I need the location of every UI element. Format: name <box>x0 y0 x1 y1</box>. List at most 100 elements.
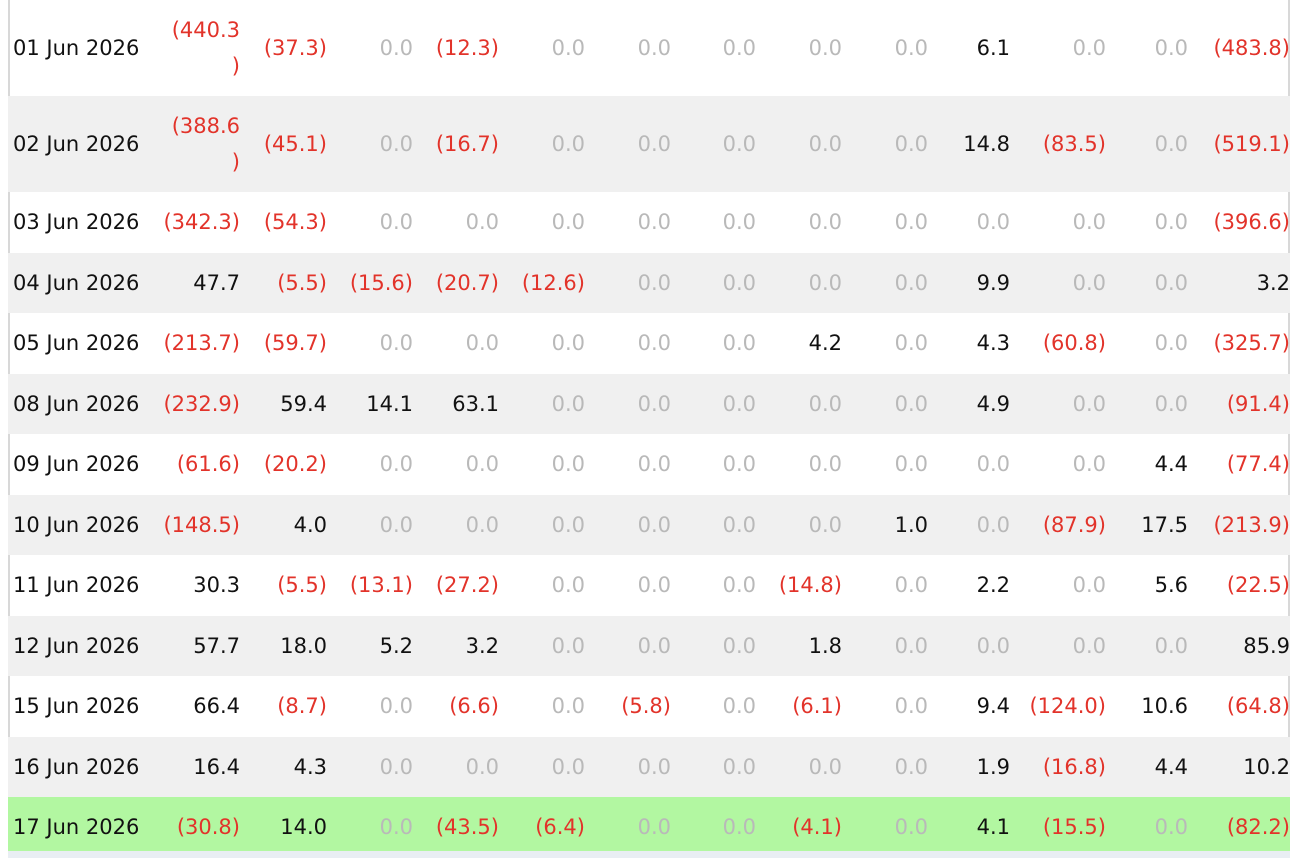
value-cell: 0.0 <box>585 797 671 858</box>
value-cell: 5.6 <box>1106 555 1188 616</box>
value-text: 4.0 <box>293 512 327 537</box>
value-text: 0.0 <box>551 633 585 658</box>
value-cell: (483.8) <box>1188 0 1290 96</box>
value-text: 0.0 <box>637 512 671 537</box>
value-text: 30.3 <box>193 573 240 598</box>
table-row[interactable]: 17 Jun 2026 (30.8) 14.0 0.0 (43.5) (6.4) 0.0 0.… <box>8 797 1290 858</box>
value-cell: 0.0 <box>327 96 413 192</box>
value-text: 2.2 <box>976 573 1010 598</box>
value-cell: 57.7 <box>158 615 242 676</box>
value-text: 4.3 <box>976 331 1010 356</box>
value-cell: 0.0 <box>585 615 671 676</box>
value-cell: (8.7) <box>242 676 327 737</box>
date-cell: 08 Jun 2026 <box>8 373 158 434</box>
table-row[interactable]: 15 Jun 2026 66.4 (8.7) 0.0 (6.6) 0.0 (5.8) 0.0 (… <box>8 676 1290 737</box>
value-text: 0.0 <box>976 452 1010 477</box>
value-cell: 0.0 <box>671 373 756 434</box>
value-cell: (12.6) <box>499 252 585 313</box>
value-text: 4.1 <box>976 815 1010 840</box>
value-text: (16.7) <box>435 132 499 156</box>
value-cell: 0.0 <box>671 96 756 192</box>
value-cell: (16.8) <box>1010 736 1106 797</box>
value-text: 0.0 <box>1154 331 1188 356</box>
table-row[interactable]: 11 Jun 2026 30.3 (5.5) (13.1) (27.2) 0.0 0.0 0.… <box>8 555 1290 616</box>
value-text: (64.8) <box>1226 694 1290 719</box>
value-cell: (6.1) <box>756 676 842 737</box>
table-row[interactable]: 16 Jun 2026 16.4 4.3 0.0 0.0 0.0 0.0 0.0 0.0 0.0 1… <box>8 736 1290 797</box>
value-cell: 0.0 <box>1010 192 1106 253</box>
value-text: (213.7) <box>163 331 240 356</box>
value-cell: (77.4) <box>1188 434 1290 495</box>
value-text: (59.7) <box>263 331 327 356</box>
value-text: (5.5) <box>277 270 327 295</box>
table-row[interactable]: 03 Jun 2026 (342.3) (54.3) 0.0 0.0 0.0 0.0 0.0 0… <box>8 192 1290 253</box>
value-text: 0.0 <box>551 210 585 235</box>
value-text: 0.0 <box>894 754 928 779</box>
value-cell: (6.4) <box>499 797 585 858</box>
table-row[interactable]: 04 Jun 2026 47.7 (5.5) (15.6) (20.7) (12.6) 0.… <box>8 252 1290 313</box>
value-cell: 6.1 <box>928 0 1010 96</box>
flow-table: 01 Jun 2026 (440.3) (37.3) 0.0 (12.3) 0.0 0.0 0… <box>8 0 1290 858</box>
value-text: 14.8 <box>963 132 1010 156</box>
value-cell: 0.0 <box>499 615 585 676</box>
table-row[interactable]: 05 Jun 2026 (213.7) (59.7) 0.0 0.0 0.0 0.0 0.0 4… <box>8 313 1290 374</box>
value-text: (13.1) <box>349 573 413 598</box>
value-cell: (45.1) <box>242 96 327 192</box>
table-body: 01 Jun 2026 (440.3) (37.3) 0.0 (12.3) 0.0 0.0 0… <box>8 0 1290 858</box>
value-cell: (64.8) <box>1188 676 1290 737</box>
table-row[interactable]: 12 Jun 2026 57.7 18.0 5.2 3.2 0.0 0.0 0.0 1.8 0.0… <box>8 615 1290 676</box>
table-row[interactable]: 08 Jun 2026 (232.9) 59.4 14.1 63.1 0.0 0.0 0.0 0… <box>8 373 1290 434</box>
value-cell: 0.0 <box>671 0 756 96</box>
value-text: 0.0 <box>808 754 842 779</box>
table-row[interactable]: 02 Jun 2026 (388.6) (45.1) 0.0 (16.7) 0.0 0.0 0… <box>8 96 1290 192</box>
value-text: 0.0 <box>379 210 413 235</box>
table-row[interactable]: 01 Jun 2026 (440.3) (37.3) 0.0 (12.3) 0.0 0.0 0… <box>8 0 1290 96</box>
value-text: (388.6) <box>171 114 240 174</box>
value-cell: (6.6) <box>413 676 499 737</box>
value-text: 0.0 <box>379 36 413 60</box>
value-cell: 0.0 <box>842 373 928 434</box>
table-row[interactable]: 10 Jun 2026 (148.5) 4.0 0.0 0.0 0.0 0.0 0.0 0.0 1… <box>8 494 1290 555</box>
value-cell: 3.2 <box>1188 252 1290 313</box>
value-text: 10.6 <box>1141 694 1188 719</box>
value-cell: (5.8) <box>585 676 671 737</box>
value-cell: 0.0 <box>1010 252 1106 313</box>
value-cell: 0.0 <box>671 192 756 253</box>
value-cell: (14.8) <box>756 555 842 616</box>
value-text: 0.0 <box>722 331 756 356</box>
date-cell: 04 Jun 2026 <box>8 252 158 313</box>
value-text: (30.8) <box>176 815 240 840</box>
value-text: (440.3) <box>171 18 240 78</box>
value-cell: 0.0 <box>327 434 413 495</box>
date-cell: 01 Jun 2026 <box>13 36 140 60</box>
value-cell: (22.5) <box>1188 555 1290 616</box>
value-cell: (388.6) <box>158 96 242 192</box>
value-cell: 4.4 <box>1106 736 1188 797</box>
value-cell: 66.4 <box>158 676 242 737</box>
value-cell: 1.9 <box>928 736 1010 797</box>
value-text: 9.4 <box>976 694 1010 719</box>
value-cell: (213.7) <box>158 313 242 374</box>
value-text: 0.0 <box>894 694 928 719</box>
value-cell: 9.4 <box>928 676 1010 737</box>
value-cell: 0.0 <box>327 676 413 737</box>
value-cell: 0.0 <box>585 434 671 495</box>
value-text: (232.9) <box>163 391 240 416</box>
value-cell: 0.0 <box>756 373 842 434</box>
value-cell: 9.9 <box>928 252 1010 313</box>
value-cell: 0.0 <box>1106 313 1188 374</box>
value-text: 4.4 <box>1154 754 1188 779</box>
value-text: 0.0 <box>637 331 671 356</box>
value-text: 66.4 <box>193 694 240 719</box>
value-text: (342.3) <box>163 210 240 235</box>
value-cell: 0.0 <box>499 494 585 555</box>
value-text: 5.2 <box>379 633 413 658</box>
value-cell: 0.0 <box>756 434 842 495</box>
value-cell: 0.0 <box>413 736 499 797</box>
value-cell: 0.0 <box>1106 252 1188 313</box>
value-text: 0.0 <box>808 512 842 537</box>
value-cell: 0.0 <box>1106 615 1188 676</box>
value-cell: 0.0 <box>1010 555 1106 616</box>
table-row[interactable]: 09 Jun 2026 (61.6) (20.2) 0.0 0.0 0.0 0.0 0.0 0.… <box>8 434 1290 495</box>
value-text: 0.0 <box>894 331 928 356</box>
